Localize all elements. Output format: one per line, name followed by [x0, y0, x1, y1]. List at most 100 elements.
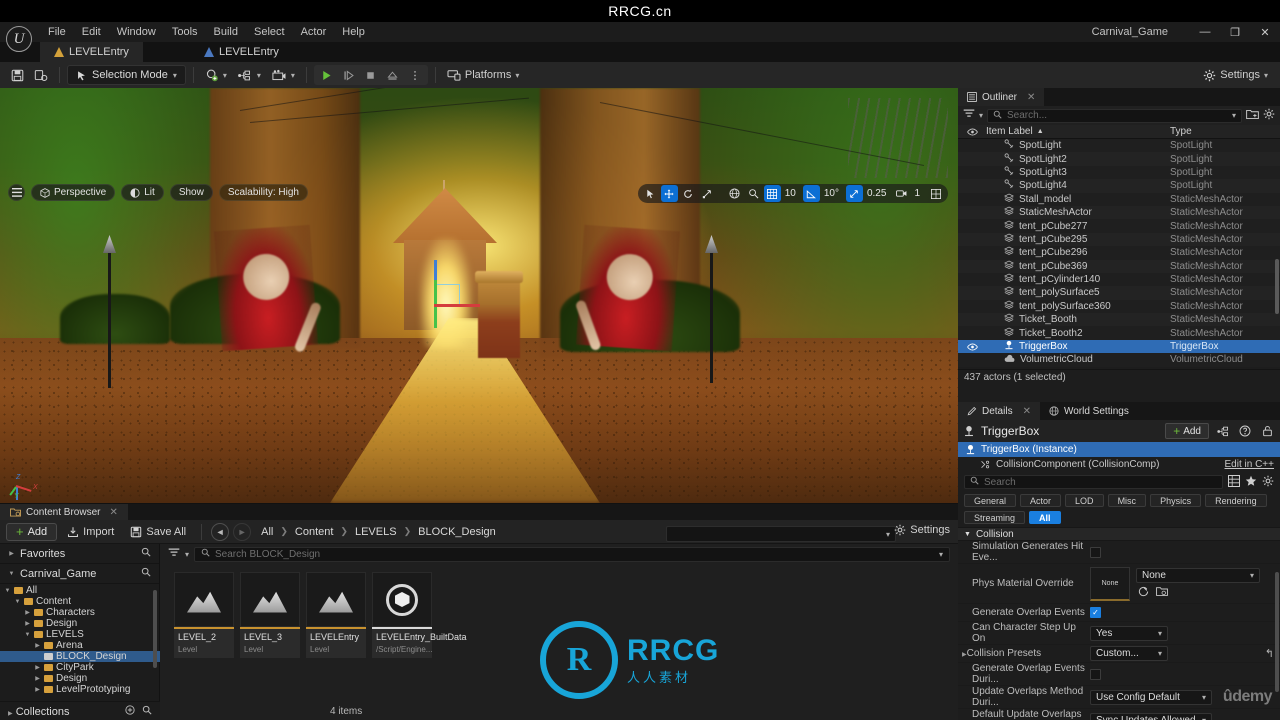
- folder-tree-item[interactable]: ▶▬Design: [0, 673, 160, 684]
- outliner-list[interactable]: SpotLight SpotLight SpotLight2 SpotLight Spo…: [958, 139, 1280, 369]
- outliner-row[interactable]: SpotLight4 SpotLight: [958, 179, 1280, 193]
- scale-snap-value[interactable]: 0.25: [865, 188, 891, 199]
- filter-chip-streaming[interactable]: Streaming: [964, 511, 1026, 524]
- menu-item-tools[interactable]: Tools: [164, 24, 206, 40]
- outliner-row[interactable]: tent_pCube369 StaticMeshActor: [958, 259, 1280, 273]
- outliner-row[interactable]: tent_pCube296 StaticMeshActor: [958, 246, 1280, 260]
- surface-snap-icon[interactable]: [745, 185, 762, 202]
- angle-snap-icon[interactable]: [802, 185, 820, 202]
- camera-speed-value[interactable]: 1: [912, 188, 925, 199]
- close-icon[interactable]: ✕: [1023, 406, 1031, 417]
- stop-icon[interactable]: [360, 65, 382, 85]
- viewport-layout-icon[interactable]: [927, 185, 944, 202]
- asset-picker-dropdown[interactable]: None ▾: [1136, 567, 1260, 583]
- viewport-perspective-dropdown[interactable]: Perspective: [31, 184, 116, 201]
- more-options-icon[interactable]: [404, 65, 426, 85]
- tab-content-browser[interactable]: Content Browser ✕: [0, 504, 128, 520]
- use-selected-icon[interactable]: [1138, 586, 1149, 600]
- project-root-section[interactable]: ▼ Carnival_Game: [0, 564, 159, 584]
- back-arrow-icon[interactable]: ◄: [211, 522, 230, 541]
- menu-item-edit[interactable]: Edit: [74, 24, 109, 40]
- lock-icon[interactable]: [1259, 423, 1275, 439]
- scale-tool[interactable]: [699, 185, 716, 202]
- property-dropdown[interactable]: Sync Updates Allowed ▾: [1090, 712, 1212, 720]
- folder-tree-item[interactable]: ▼▬LEVELS: [0, 629, 160, 640]
- outliner-row[interactable]: SpotLight3 SpotLight: [958, 165, 1280, 180]
- folder-tree-item[interactable]: ▶▬LevelPrototyping: [0, 684, 160, 695]
- save-all-button[interactable]: Save All: [124, 523, 192, 541]
- filter-chip-actor[interactable]: Actor: [1020, 494, 1062, 507]
- chevron-right-icon[interactable]: ▶: [34, 675, 41, 682]
- menu-item-select[interactable]: Select: [246, 24, 293, 40]
- toolbar-settings-button[interactable]: Settings ▾: [1199, 62, 1272, 88]
- scale-snap-icon[interactable]: [845, 185, 863, 202]
- chevron-down-icon[interactable]: ▾: [939, 550, 943, 559]
- angle-snap-value[interactable]: 10°: [822, 188, 844, 199]
- folder-tree-item[interactable]: ▼▬Content: [0, 596, 160, 607]
- blueprints-button[interactable]: ▾: [233, 65, 265, 85]
- filter-chip-lod[interactable]: LOD: [1065, 494, 1104, 507]
- play-icon[interactable]: [316, 65, 338, 85]
- chevron-right-icon[interactable]: ▶: [24, 620, 31, 627]
- chevron-down-icon[interactable]: ▼: [24, 632, 31, 638]
- collections-section[interactable]: ▶ Collections: [0, 701, 160, 720]
- tab-levelentry-primary[interactable]: LEVELEntry: [40, 42, 143, 62]
- new-folder-icon[interactable]: [1246, 109, 1259, 123]
- outliner-row[interactable]: SpotLight2 SpotLight: [958, 152, 1280, 166]
- save-icon[interactable]: [6, 65, 28, 85]
- viewport-menu-icon[interactable]: [8, 184, 25, 201]
- gear-icon[interactable]: [1262, 475, 1274, 490]
- path-picker-dropdown[interactable]: ▾: [666, 526, 896, 542]
- blueprint-icon[interactable]: [1215, 423, 1231, 439]
- outliner-scrollbar[interactable]: [1275, 259, 1279, 314]
- outliner-row[interactable]: SpotLight SpotLight: [958, 139, 1280, 153]
- frame-step-icon[interactable]: [338, 65, 360, 85]
- search-icon[interactable]: [141, 567, 151, 580]
- grid-view-icon[interactable]: [1228, 474, 1240, 490]
- collision-category-header[interactable]: ▼ Collision: [958, 527, 1280, 541]
- eject-icon[interactable]: [382, 65, 404, 85]
- outliner-row[interactable]: Ticket_Booth StaticMeshActor: [958, 313, 1280, 327]
- source-control-icon[interactable]: [30, 65, 52, 85]
- filter-icon[interactable]: [168, 548, 180, 561]
- chevron-down-icon[interactable]: ▾: [1232, 111, 1236, 120]
- star-icon[interactable]: [1245, 475, 1257, 490]
- outliner-search-input[interactable]: Search... ▾: [987, 108, 1242, 123]
- close-icon[interactable]: ✕: [1027, 92, 1035, 103]
- property-dropdown[interactable]: Custom... ▾: [1090, 646, 1168, 661]
- asset-thumbnail[interactable]: None: [1090, 566, 1130, 601]
- folder-tree-scrollbar[interactable]: [153, 590, 157, 668]
- filter-chip-rendering[interactable]: Rendering: [1205, 494, 1267, 507]
- add-collection-icon[interactable]: [125, 705, 135, 718]
- menu-item-window[interactable]: Window: [109, 24, 164, 40]
- content-browser-settings-button[interactable]: Settings: [894, 524, 950, 536]
- details-search-input[interactable]: Search: [964, 475, 1223, 489]
- menu-item-actor[interactable]: Actor: [293, 24, 335, 40]
- globe-icon[interactable]: [726, 185, 743, 202]
- grid-snap-icon[interactable]: [763, 185, 781, 202]
- gear-icon[interactable]: Settings ▾: [1199, 65, 1272, 85]
- filter-chip-all[interactable]: All: [1029, 511, 1061, 524]
- filter-chip-physics[interactable]: Physics: [1150, 494, 1202, 507]
- favorites-section[interactable]: ▶ Favorites: [0, 544, 159, 564]
- viewport-viewmode-dropdown[interactable]: Lit: [121, 184, 164, 201]
- chevron-down-icon[interactable]: ▾: [979, 111, 983, 120]
- outliner-row[interactable]: TriggerBox TriggerBox: [958, 339, 1280, 354]
- chevron-right-icon[interactable]: ▶: [34, 642, 41, 649]
- search-icon[interactable]: [141, 547, 151, 560]
- menu-item-file[interactable]: File: [40, 24, 74, 40]
- filter-chip-general[interactable]: General: [964, 494, 1017, 507]
- add-component-button[interactable]: + Add: [1165, 423, 1209, 439]
- search-icon[interactable]: [142, 705, 152, 718]
- outliner-row[interactable]: tent_polySurface360 StaticMeshActor: [958, 299, 1280, 314]
- folder-tree-item[interactable]: ▬BLOCK_Design: [0, 651, 160, 662]
- component-row-collisioncomponent[interactable]: CollisionComponent (CollisionComp) Edit …: [958, 457, 1280, 472]
- tab-outliner[interactable]: Outliner ✕: [958, 88, 1045, 106]
- property-checkbox[interactable]: [1090, 546, 1101, 558]
- camera-icon[interactable]: [893, 185, 910, 202]
- create-actor-button[interactable]: ▾: [201, 65, 231, 85]
- visibility-toggle[interactable]: [958, 343, 986, 351]
- chevron-down-icon[interactable]: ▼: [4, 588, 11, 594]
- chevron-right-icon[interactable]: ▶: [34, 664, 41, 671]
- folder-tree-item[interactable]: ▶▬CityPark: [0, 662, 160, 673]
